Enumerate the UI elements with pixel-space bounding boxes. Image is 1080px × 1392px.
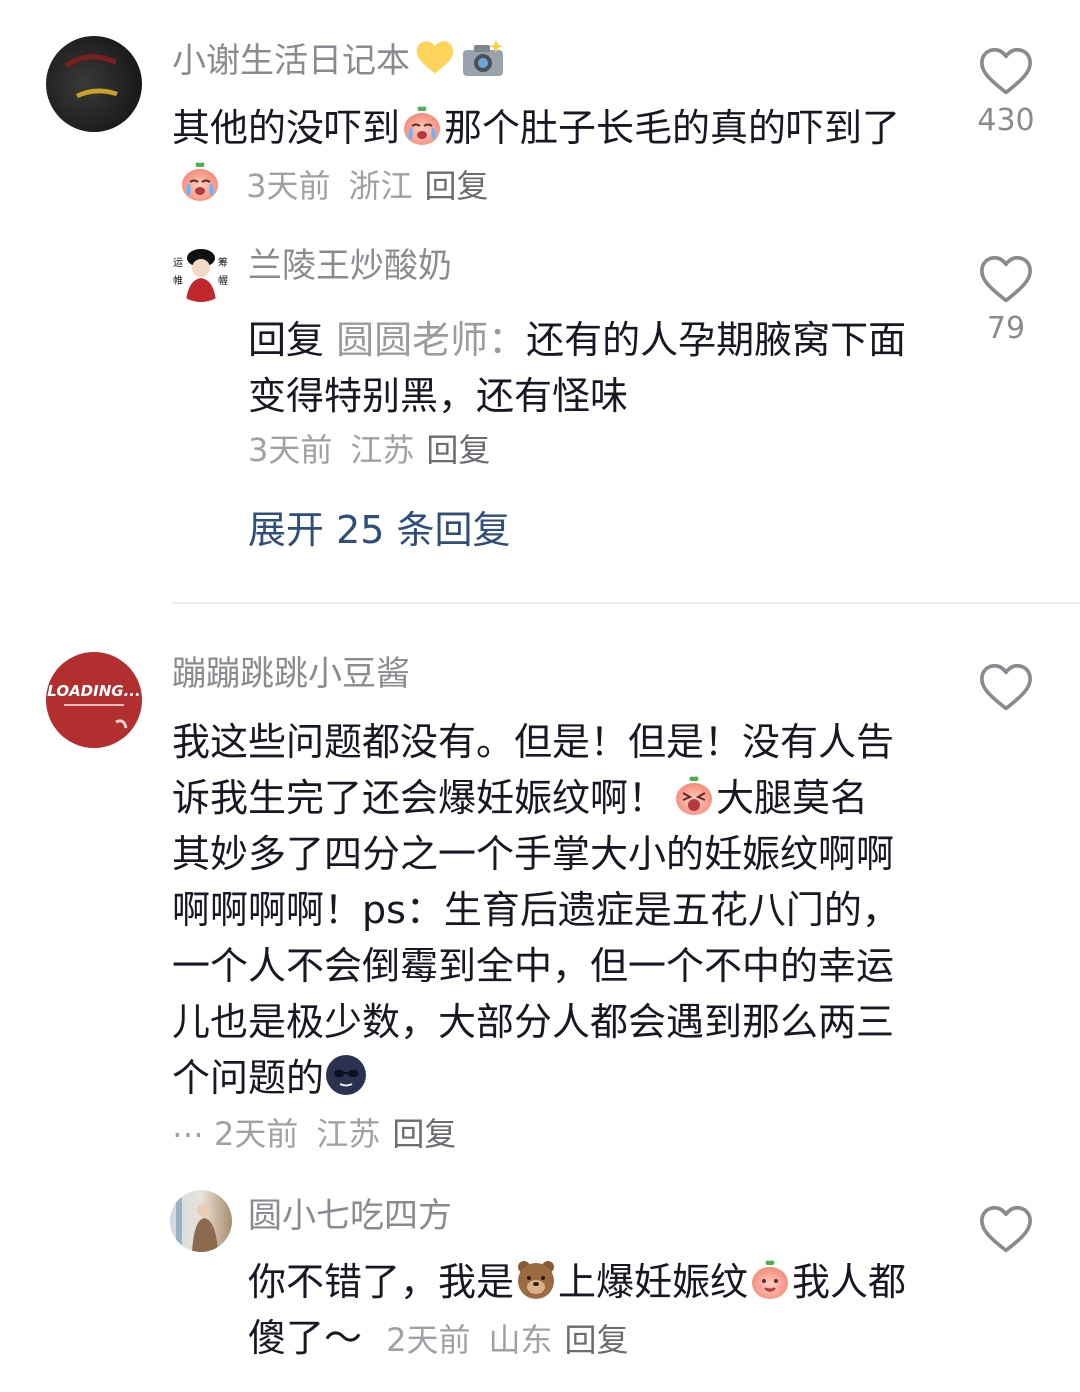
svg-text:运: 运: [173, 257, 183, 269]
svg-text:幄: 幄: [218, 274, 228, 287]
reply-location: 山东: [488, 1321, 553, 1359]
comment-username[interactable]: 小谢生活日记本: [172, 38, 506, 87]
reply-text: 回复 圆圆老师：还有的人孕期腋窝下面变得特别黑，还有怪味: [248, 312, 908, 424]
svg-text:筹: 筹: [218, 256, 228, 269]
avatar-image: [176, 1198, 218, 1252]
reply-avatar[interactable]: 运 筹 帷 幄: [170, 240, 232, 302]
comment-text-part: 其他的没吓到: [172, 106, 401, 150]
avatar[interactable]: LOADING...: [46, 652, 142, 748]
reply-time: 2天前: [386, 1321, 471, 1359]
heart-icon: [978, 1204, 1034, 1256]
heart-icon: [978, 46, 1034, 98]
reply-text: 你不错了，我是 上爆妊娠纹 我人都傻了～ 2天前 山东 回复: [248, 1254, 908, 1368]
dark-cool-face-emoji-icon: [324, 1053, 368, 1097]
peach-scream-emoji-icon: [672, 773, 716, 817]
expand-replies-link[interactable]: 展开 25 条回复: [248, 506, 511, 554]
like-button[interactable]: [976, 662, 1036, 718]
peach-smile-emoji-icon: [748, 1257, 792, 1301]
like-button[interactable]: 79: [976, 254, 1036, 346]
reply-meta: 3天前 江苏 回复: [248, 428, 490, 472]
comment-location: 江苏: [316, 1115, 381, 1153]
comment-text-part: 大腿莫名其妙多了四分之一个手掌大小的妊娠纹啊啊啊啊啊啊！ps：生育后遗症是五花八…: [172, 776, 900, 1100]
reply-username[interactable]: 圆小七吃四方: [248, 1196, 452, 1236]
avatar-image: LOADING...: [47, 682, 141, 729]
reply-avatar[interactable]: [170, 1190, 232, 1252]
comment-divider: [172, 602, 1080, 604]
avatar-image: 运 筹 帷 幄: [173, 249, 228, 302]
svg-text:LOADING...: LOADING...: [47, 682, 140, 700]
comment-text-part: 那个肚子长毛的真的吓到了: [444, 106, 901, 150]
reply-text-part: 你不错了，我是: [248, 1260, 515, 1304]
like-count: 79: [986, 311, 1026, 346]
comment-username[interactable]: 蹦蹦跳跳小豆酱: [172, 654, 410, 694]
comment-time: 3天前: [246, 167, 331, 205]
reply-meta: 2天前 山东 回复: [386, 1321, 628, 1359]
heart-icon: [978, 662, 1034, 714]
reply-prefix: 回复: [248, 318, 325, 362]
comment-text: 我这些问题都没有。但是！但是！没有人告诉我生完了还会爆妊娠纹啊！ 大腿莫名其妙多了…: [172, 714, 900, 1106]
avatar-image: [64, 54, 118, 98]
comment-time: 2天前: [214, 1115, 299, 1153]
bear-emoji-icon: [514, 1257, 558, 1301]
comment-meta: 3天前 浙江 回复: [246, 167, 488, 205]
reply-button[interactable]: 回复: [426, 431, 490, 469]
like-button[interactable]: 430: [976, 46, 1036, 138]
reply-button[interactable]: 回复: [565, 1321, 629, 1359]
svg-text:帷: 帷: [173, 274, 183, 287]
reply-text-part: 上爆妊娠纹: [558, 1260, 749, 1304]
like-button[interactable]: [976, 1204, 1036, 1260]
reply-button[interactable]: 回复: [424, 167, 488, 205]
reply-button[interactable]: 回复: [392, 1115, 456, 1153]
quoted-username[interactable]: 圆圆老师：: [336, 318, 526, 362]
comment-location: 浙江: [348, 167, 413, 205]
like-count: 430: [977, 103, 1035, 138]
yellow-heart-icon: [414, 38, 456, 87]
avatar[interactable]: [46, 36, 142, 132]
reply-location: 江苏: [350, 431, 415, 469]
peach-crying-emoji-icon: [400, 103, 444, 147]
reply-time: 3天前: [248, 431, 333, 469]
comment-meta: ⋯ 2天前 江苏 回复: [172, 1112, 456, 1156]
username-text: 小谢生活日记本: [172, 41, 410, 81]
comment-text: 其他的没吓到 那个肚子长毛的真的吓到了 3天前 浙江 回复: [172, 100, 902, 214]
peach-crying-emoji-icon: [178, 159, 222, 203]
more-ellipsis[interactable]: ⋯: [172, 1115, 204, 1153]
heart-icon: [978, 254, 1034, 306]
camera-flash-icon: [460, 38, 506, 87]
reply-username[interactable]: 兰陵王炒酸奶: [248, 246, 452, 286]
